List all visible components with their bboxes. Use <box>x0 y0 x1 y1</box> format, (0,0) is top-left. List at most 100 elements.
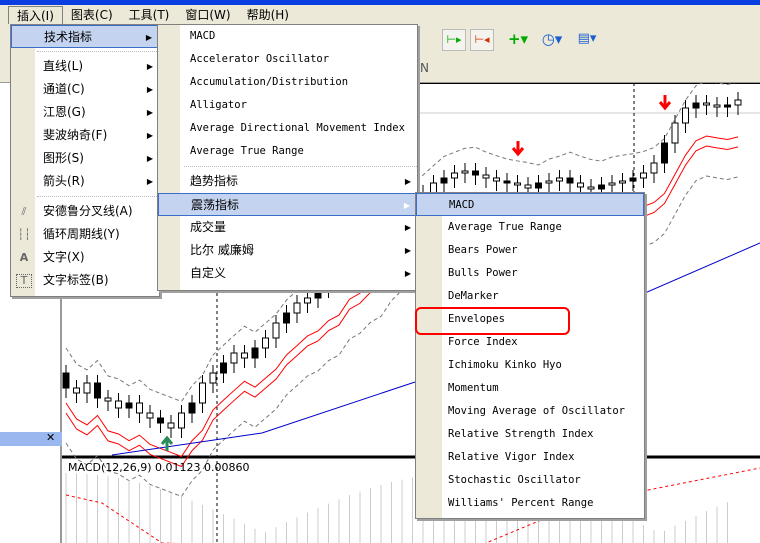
submenu-custom[interactable]: 自定义 ▶ <box>158 262 417 285</box>
candle-body <box>283 312 290 324</box>
indicator-atr[interactable]: Average True Range <box>158 140 417 163</box>
indicator-alligator[interactable]: Alligator <box>158 94 417 117</box>
candle-body <box>734 99 742 106</box>
chart-shift-icon[interactable]: ⊢▸ <box>442 29 466 51</box>
candle-body <box>125 402 133 409</box>
text-label-icon: T <box>16 274 32 288</box>
candle-body <box>73 387 80 394</box>
oscillator-item-demarker[interactable]: DeMarker <box>416 285 644 308</box>
candle-body <box>178 412 185 429</box>
candle-body <box>650 162 658 174</box>
candle-body <box>262 337 269 349</box>
candle-body <box>692 102 700 109</box>
candle-body <box>703 102 710 106</box>
candle-body <box>188 402 196 414</box>
candle-body <box>136 402 143 414</box>
candle-body <box>566 177 574 184</box>
close-icon[interactable]: ✕ <box>46 431 55 444</box>
candle-body <box>545 180 553 184</box>
candle-body <box>682 107 689 124</box>
candle-body <box>304 297 311 304</box>
indicators-menu: MACD Accelerator Oscillator Accumulation… <box>157 24 418 291</box>
candle-body <box>577 182 584 188</box>
candle-body <box>104 397 112 402</box>
oscillator-item-williams-percent-range[interactable]: Williams' Percent Range <box>416 492 644 515</box>
insert-menu: 技术指标 ▶ 直线(L) ▶ 通道(C) ▶ 江恩(G) ▶ 斐波纳奇(F) ▶ 图形(S… <box>10 24 160 297</box>
templates-icon[interactable]: ▤▾ <box>575 29 599 51</box>
menu-tools[interactable]: 工具(T) <box>121 6 178 24</box>
oscillator-item-bulls-power[interactable]: Bulls Power <box>416 262 644 285</box>
menu-item-arrows[interactable]: 箭头(R) ▶ <box>11 170 159 193</box>
menu-item-shapes[interactable]: 图形(S) ▶ <box>11 147 159 170</box>
oscillator-item-stochastic-oscillator[interactable]: Stochastic Oscillator <box>416 469 644 492</box>
menu-item-fibonacci[interactable]: 斐波纳奇(F) ▶ <box>11 124 159 147</box>
candle-body <box>493 177 500 182</box>
candle-body <box>587 186 595 190</box>
candle-body <box>62 372 70 389</box>
oscillator-item-moving-average-of-oscillator[interactable]: Moving Average of Oscillator <box>416 400 644 423</box>
candle-body <box>167 422 175 429</box>
candle-body <box>629 177 637 182</box>
candle-body <box>482 174 490 179</box>
submenu-oscillators[interactable]: 震荡指标 ▶ <box>158 193 417 216</box>
candle-body <box>556 177 563 182</box>
candle-body <box>83 382 91 394</box>
menu-item-indicators[interactable]: 技术指标 ▶ <box>11 25 159 48</box>
indicator-accelerator[interactable]: Accelerator Oscillator <box>158 48 417 71</box>
autoscroll-icon[interactable]: ⊢◂ <box>470 29 494 51</box>
oscillator-item-bears-power[interactable]: Bears Power <box>416 239 644 262</box>
oscillators-menu: MACD Average True Range Bears Power Bulls P… <box>415 192 645 519</box>
sell-arrow-icon <box>511 141 525 157</box>
menu-charts[interactable]: 图表(C) <box>63 6 121 24</box>
andrews-pitchfork-icon: ⫽ <box>21 205 27 218</box>
candle-body <box>220 362 227 374</box>
menu-window[interactable]: 窗口(W) <box>177 6 238 24</box>
oscillator-item-momentum[interactable]: Momentum <box>416 377 644 400</box>
menu-help[interactable]: 帮助(H) <box>239 6 297 24</box>
menu-item-gann[interactable]: 江恩(G) ▶ <box>11 101 159 124</box>
text-icon: A <box>19 251 29 264</box>
oscillator-item-relative-vigor-index[interactable]: Relative Vigor Index <box>416 446 644 469</box>
candle-body <box>251 347 259 359</box>
new-indicator-icon[interactable]: +▾ <box>506 29 530 51</box>
submenu-trend[interactable]: 趋势指标 ▶ <box>158 170 417 193</box>
oscillator-item-force-index[interactable]: Force Index <box>416 331 644 354</box>
oscillator-item-relative-strength-index[interactable]: Relative Strength Index <box>416 423 644 446</box>
periods-clock-icon[interactable]: ◷▾ <box>540 29 564 51</box>
candle-body <box>598 184 605 190</box>
candle-body <box>241 352 248 359</box>
candle-body <box>451 172 458 179</box>
oscillator-item-envelopes[interactable]: Envelopes <box>416 308 644 331</box>
candle-body <box>524 184 532 189</box>
menu-item-text-label[interactable]: T 文字标签(B) <box>11 269 159 292</box>
candle-body <box>671 122 679 144</box>
candle-body <box>472 170 479 176</box>
menu-item-channels[interactable]: 通道(C) ▶ <box>11 78 159 101</box>
candle-body <box>293 302 301 314</box>
candle-body <box>440 177 448 184</box>
indicator-adx[interactable]: Average Directional Movement Index <box>158 117 417 140</box>
candle-body <box>230 352 238 364</box>
oscillator-item-ichimoku-kinko-hyo[interactable]: Ichimoku Kinko Hyo <box>416 354 644 377</box>
indicator-accumulation[interactable]: Accumulation/Distribution <box>158 71 417 94</box>
oscillator-item-average-true-range[interactable]: Average True Range <box>416 216 644 239</box>
candle-body <box>209 372 217 384</box>
candle-body <box>115 400 122 409</box>
tab-label[interactable]: N <box>420 61 429 75</box>
menu-item-lines[interactable]: 直线(L) ▶ <box>11 55 159 78</box>
menu-item-andrews-pitchfork[interactable]: ⫽ 安德鲁分叉线(A) <box>11 200 159 223</box>
candle-body <box>713 104 721 108</box>
menu-item-text[interactable]: A 文字(X) <box>11 246 159 269</box>
menu-insert[interactable]: 插入(I) <box>8 5 63 24</box>
sell-arrow-icon <box>658 95 672 111</box>
candle-body <box>608 182 616 186</box>
oscillator-item-macd[interactable]: MACD <box>416 193 644 216</box>
indicator-macd[interactable]: MACD <box>158 25 417 48</box>
submenu-bill-williams[interactable]: 比尔 威廉姆 ▶ <box>158 239 417 262</box>
cycle-lines-icon: ┆┆ <box>17 228 31 241</box>
menu-item-cycle-lines[interactable]: ┆┆ 循环周期线(Y) <box>11 223 159 246</box>
submenu-volumes[interactable]: 成交量 ▶ <box>158 216 417 239</box>
candle-body <box>535 182 542 189</box>
candle-body <box>157 417 164 424</box>
candle-body <box>619 180 626 184</box>
